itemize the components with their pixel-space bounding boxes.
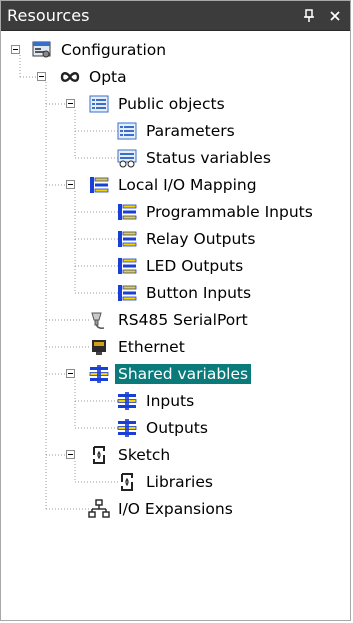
tree-item-local-io-mapping[interactable]: Local I/O Mapping — [88, 172, 260, 198]
infinity-icon — [59, 67, 81, 87]
io-mapping-icon — [116, 229, 138, 249]
list-icon — [116, 121, 138, 141]
tree-item-parameters[interactable]: Parameters — [116, 118, 238, 144]
tree-item-public-objects[interactable]: Public objects — [88, 91, 228, 117]
tree-item-label: Public objects — [118, 95, 225, 113]
close-icon[interactable] — [324, 5, 346, 27]
tree-item-led-outputs[interactable]: LED Outputs — [116, 253, 246, 279]
tree-item-label: Ethernet — [118, 338, 185, 356]
tree-item-label: Status variables — [146, 149, 271, 167]
tree-item-label: Configuration — [61, 41, 167, 59]
tree-item-label: RS485 SerialPort — [118, 311, 248, 329]
ethernet-port-icon — [88, 337, 110, 357]
list-icon — [88, 94, 110, 114]
tree-item-shared-variables[interactable]: Shared variables — [88, 361, 252, 387]
sketch-icon — [88, 445, 110, 465]
tree-item-label: LED Outputs — [146, 257, 244, 275]
tree-item-label: Relay Outputs — [146, 230, 256, 248]
serial-plug-icon — [88, 310, 110, 330]
shared-variables-icon — [116, 391, 138, 411]
tree-item-label: Libraries — [146, 473, 213, 491]
tree-item-label: Outputs — [146, 419, 208, 437]
tree-item-relay-outputs[interactable]: Relay Outputs — [116, 226, 258, 252]
io-mapping-icon — [88, 175, 110, 195]
io-mapping-icon — [116, 283, 138, 303]
tree-item-label: I/O Expansions — [118, 500, 233, 518]
shared-variables-icon — [116, 418, 138, 438]
tree-item-label: Button Inputs — [146, 284, 252, 302]
resources-panel: Resources Configuration Opta Public obje… — [0, 0, 351, 621]
collapse-toggle-configuration[interactable] — [11, 45, 20, 54]
tree-item-label: Programmable Inputs — [146, 203, 313, 221]
collapse-toggle-opta[interactable] — [37, 72, 46, 81]
panel-titlebar: Resources — [1, 1, 350, 31]
status-list-icon — [116, 148, 138, 168]
tree-item-status-variables[interactable]: Status variables — [116, 145, 274, 171]
network-icon — [88, 499, 110, 519]
io-mapping-icon — [116, 202, 138, 222]
tree-item-ethernet[interactable]: Ethernet — [88, 334, 188, 360]
tree-item-label: Parameters — [146, 122, 235, 140]
tree-item-label: Local I/O Mapping — [118, 176, 257, 194]
collapse-toggle-public-objects[interactable] — [66, 99, 75, 108]
tree-item-outputs[interactable]: Outputs — [116, 415, 211, 441]
configuration-icon — [31, 40, 53, 60]
tree-item-label: Sketch — [118, 446, 171, 464]
tree-item-inputs[interactable]: Inputs — [116, 388, 197, 414]
resource-tree: Configuration Opta Public objects Parame… — [1, 31, 350, 620]
tree-item-io-expansions[interactable]: I/O Expansions — [88, 496, 236, 522]
tree-item-programmable-inputs[interactable]: Programmable Inputs — [116, 199, 316, 225]
panel-title: Resources — [7, 6, 90, 25]
tree-item-button-inputs[interactable]: Button Inputs — [116, 280, 254, 306]
pin-icon[interactable] — [298, 5, 320, 27]
tree-item-configuration[interactable]: Configuration — [31, 37, 169, 63]
tree-item-libraries[interactable]: Libraries — [116, 469, 216, 495]
collapse-toggle-local-io[interactable] — [66, 180, 75, 189]
tree-item-rs485-serialport[interactable]: RS485 SerialPort — [88, 307, 251, 333]
tree-item-sketch[interactable]: Sketch — [88, 442, 173, 468]
io-mapping-icon — [116, 256, 138, 276]
collapse-toggle-sketch[interactable] — [66, 450, 75, 459]
collapse-toggle-shared-variables[interactable] — [66, 369, 75, 378]
sketch-icon — [116, 472, 138, 492]
tree-item-label: Inputs — [146, 392, 195, 410]
tree-item-label: Shared variables — [115, 364, 252, 384]
tree-item-opta[interactable]: Opta — [59, 64, 130, 90]
tree-item-label: Opta — [89, 68, 127, 86]
shared-variables-icon — [88, 364, 110, 384]
